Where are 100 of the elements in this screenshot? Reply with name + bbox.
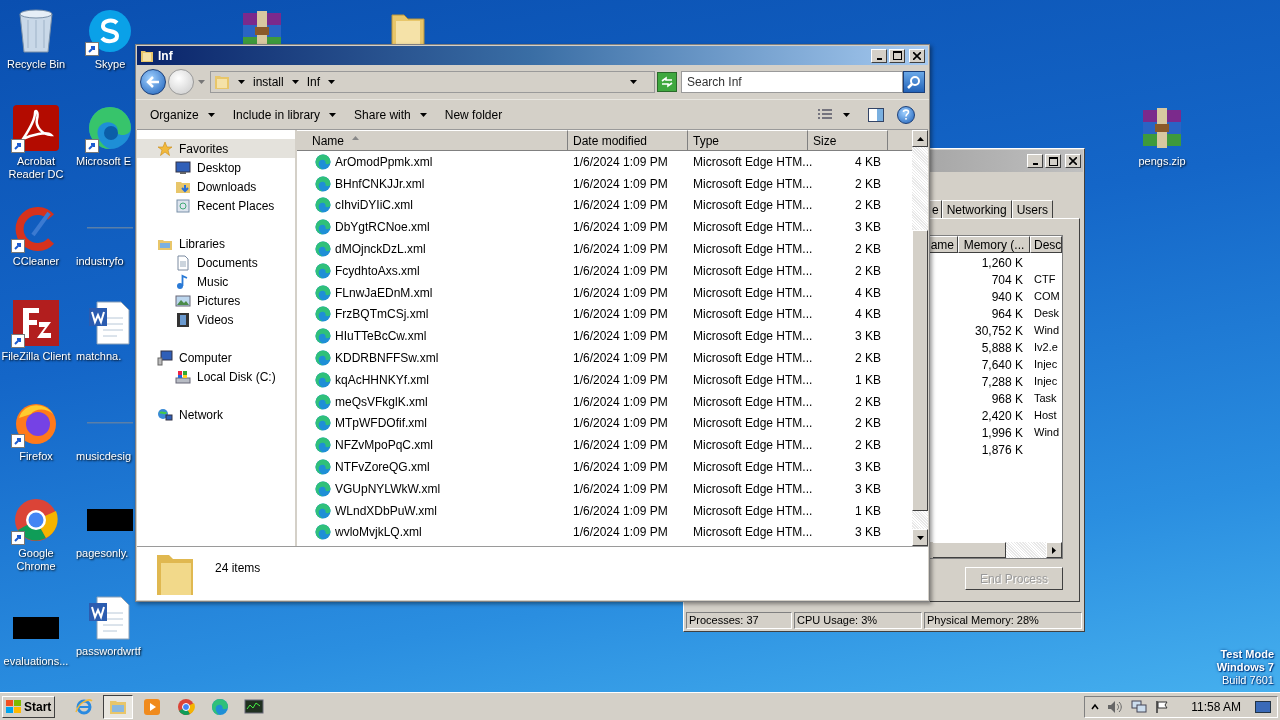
desktop-icon-label[interactable]: CCleaner	[12, 255, 60, 268]
nav-item[interactable]: Videos	[137, 310, 295, 329]
desktop-icon-label[interactable]: Microsoft E	[76, 155, 131, 168]
file-row[interactable]: BHnfCNKJJr.xml 1/6/2024 1:09 PM Microsoft Edge HTM... 2 KB	[297, 172, 912, 195]
breadcrumb-item[interactable]: install	[253, 73, 284, 91]
close-button[interactable]	[909, 48, 925, 63]
os-notice-text: Windows 7	[1216, 661, 1274, 674]
column-header[interactable]: Memory (...	[958, 236, 1030, 253]
file-row[interactable]: FLnwJaEDnM.xml 1/6/2024 1:09 PM Microsoft Edge HTM... 4 KB	[297, 281, 912, 304]
nav-item[interactable]: Computer	[137, 348, 295, 367]
file-row[interactable]: kqAcHHNKYf.xml 1/6/2024 1:09 PM Microsoft Edge HTM... 1 KB	[297, 368, 912, 391]
help-button[interactable]	[897, 105, 915, 124]
memory-cell-text: 968 K	[990, 391, 1024, 407]
close-button[interactable]	[1065, 154, 1081, 168]
nav-item[interactable]: Recent Places	[137, 196, 295, 215]
edge-file-icon	[315, 197, 331, 214]
status-text: CPU Usage: 3%	[794, 612, 922, 629]
network-icon	[157, 406, 173, 423]
image-thumbnail-icon	[87, 509, 133, 531]
refresh-button[interactable]	[657, 72, 677, 92]
file-row[interactable]: HIuTTeBcCw.xml 1/6/2024 1:09 PM Microsoft Edge HTM... 3 KB	[297, 325, 912, 348]
toolbar-button[interactable]: Organize	[142, 102, 223, 127]
desktop-icon-label[interactable]: musicdesig	[76, 450, 132, 463]
file-row[interactable]: VGUpNYLWkW.xml 1/6/2024 1:09 PM Microsoft Edge HTM... 3 KB	[297, 477, 912, 500]
description-cell-text: Iv2.e	[1033, 340, 1059, 355]
edge-file-icon	[315, 241, 331, 258]
column-header[interactable]: Type	[688, 130, 808, 151]
file-row[interactable]: DbYgtRCNoe.xml 1/6/2024 1:09 PM Microsoft Edge HTM... 3 KB	[297, 216, 912, 239]
file-row[interactable]: WLndXDbPuW.xml 1/6/2024 1:09 PM Microsoft Edge HTM... 1 KB	[297, 499, 912, 522]
desktop-icon-label[interactable]: passwordwrtf	[76, 645, 141, 658]
description-cell-text: Host	[1033, 408, 1058, 423]
desktop-icon-label[interactable]: industryfo	[76, 255, 124, 268]
media-player-icon	[143, 697, 162, 716]
file-date: 1/6/2024 1:09 PM	[572, 153, 669, 171]
nav-item[interactable]: Music	[137, 272, 295, 291]
file-row[interactable]: ArOmodPpmk.xml 1/6/2024 1:09 PM Microsoft Edge HTM... 4 KB	[297, 151, 912, 173]
file-row[interactable]: dMOjnckDzL.xml 1/6/2024 1:09 PM Microsoft Edge HTM... 2 KB	[297, 238, 912, 260]
tab[interactable]: Users	[1011, 200, 1053, 218]
minimize-icon	[1032, 163, 1038, 165]
file-row[interactable]: cIhviDYIiC.xml 1/6/2024 1:09 PM Microsoft Edge HTM... 2 KB	[297, 194, 912, 217]
desktop-icon-label[interactable]: evaluations...	[3, 655, 69, 668]
flag-icon	[1155, 699, 1170, 714]
nav-item[interactable]: Local Disk (C:)	[137, 367, 295, 386]
nav-item[interactable]: Libraries	[137, 234, 295, 253]
start-button[interactable]: Start	[2, 695, 56, 718]
desktop-icon-label[interactable]: FileZilla Client	[1, 350, 71, 363]
breadcrumb-item[interactable]: Inf	[306, 73, 321, 91]
caret-icon	[197, 80, 205, 84]
file-row[interactable]: MTpWFDOfif.xml 1/6/2024 1:09 PM Microsoft Edge HTM... 2 KB	[297, 412, 912, 435]
desktop-icon-label[interactable]: Skype	[94, 58, 126, 71]
file-name: BHnfCNKJJr.xml	[335, 175, 425, 193]
file-row[interactable]: KDDRBNFFSw.xml 1/6/2024 1:09 PM Microsoft Edge HTM... 2 KB	[297, 347, 912, 369]
desktop-icon-label[interactable]: Google Chrome	[0, 547, 72, 573]
horizontal-scrollbar[interactable]	[933, 542, 1062, 558]
preview-pane-button[interactable]	[867, 105, 885, 124]
maximize-button[interactable]	[889, 48, 905, 63]
toolbar-button[interactable]: Include in library	[224, 102, 345, 127]
minimize-button[interactable]	[1027, 154, 1043, 168]
file-name: VGUpNYLWkW.xml	[335, 480, 441, 498]
nav-item[interactable]: Desktop	[137, 158, 295, 177]
hard-disk-icon	[175, 368, 191, 385]
desktop-icon-label[interactable]: matchna.	[76, 350, 122, 363]
column-header[interactable]: Desc	[1030, 236, 1062, 253]
nav-item[interactable]: Pictures	[137, 291, 295, 310]
edge-icon	[87, 105, 133, 151]
desktop-icon-label[interactable]: pengs.zip	[1138, 155, 1186, 168]
toolbar-button[interactable]: Share with	[346, 102, 435, 127]
taskbar-app-button[interactable]	[103, 694, 134, 719]
toolbar-button[interactable]: New folder	[436, 102, 511, 127]
tab[interactable]: Networking	[941, 200, 1012, 218]
vertical-scrollbar[interactable]	[912, 130, 928, 546]
address-bar[interactable]: install Inf	[210, 71, 655, 93]
preview-pane-icon	[868, 107, 884, 122]
minimize-button[interactable]	[871, 48, 887, 63]
column-header[interactable]: Name	[297, 130, 568, 151]
speaker-icon	[1107, 699, 1124, 714]
desktop-icon-label[interactable]: Recycle Bin	[6, 58, 66, 71]
desktop-icon-label[interactable]: Firefox	[19, 450, 53, 463]
memory-cell-text: 2,420 K	[980, 408, 1024, 424]
file-row[interactable]: NFZvMpoPqC.xml 1/6/2024 1:09 PM Microsoft Edge HTM... 2 KB	[297, 434, 912, 457]
file-row[interactable]: FrzBQTmCSj.xml 1/6/2024 1:09 PM Microsoft Edge HTM... 4 KB	[297, 303, 912, 326]
nav-item[interactable]: Favorites	[137, 139, 295, 158]
windows-logo-icon	[6, 699, 21, 714]
nav-item[interactable]: Network	[137, 405, 295, 424]
file-row[interactable]: FcydhtoAxs.xml 1/6/2024 1:09 PM Microsoft Edge HTM... 2 KB	[297, 260, 912, 282]
file-row[interactable]: NTFvZoreQG.xml 1/6/2024 1:09 PM Microsoft Edge HTM... 3 KB	[297, 456, 912, 478]
desktop-icon-label[interactable]: pagesonly.	[76, 547, 129, 560]
back-button[interactable]	[140, 69, 166, 95]
maximize-button[interactable]	[1045, 154, 1061, 168]
star-icon	[157, 140, 173, 157]
column-header[interactable]: Size	[808, 130, 888, 151]
desktop-icon-label[interactable]: Acrobat Reader DC	[0, 155, 72, 181]
search-button[interactable]	[903, 71, 925, 93]
nav-item[interactable]: Downloads	[137, 177, 295, 196]
search-field[interactable]: Search Inf	[681, 71, 903, 93]
file-row[interactable]: wvloMvjkLQ.xml 1/6/2024 1:09 PM Microsoft Edge HTM... 3 KB	[297, 521, 912, 544]
column-header[interactable]: Date modified	[568, 130, 688, 151]
edge-file-icon	[315, 437, 331, 454]
nav-item[interactable]: Documents	[137, 253, 295, 272]
file-row[interactable]: meQsVFkglK.xml 1/6/2024 1:09 PM Microsoft Edge HTM... 2 KB	[297, 390, 912, 413]
